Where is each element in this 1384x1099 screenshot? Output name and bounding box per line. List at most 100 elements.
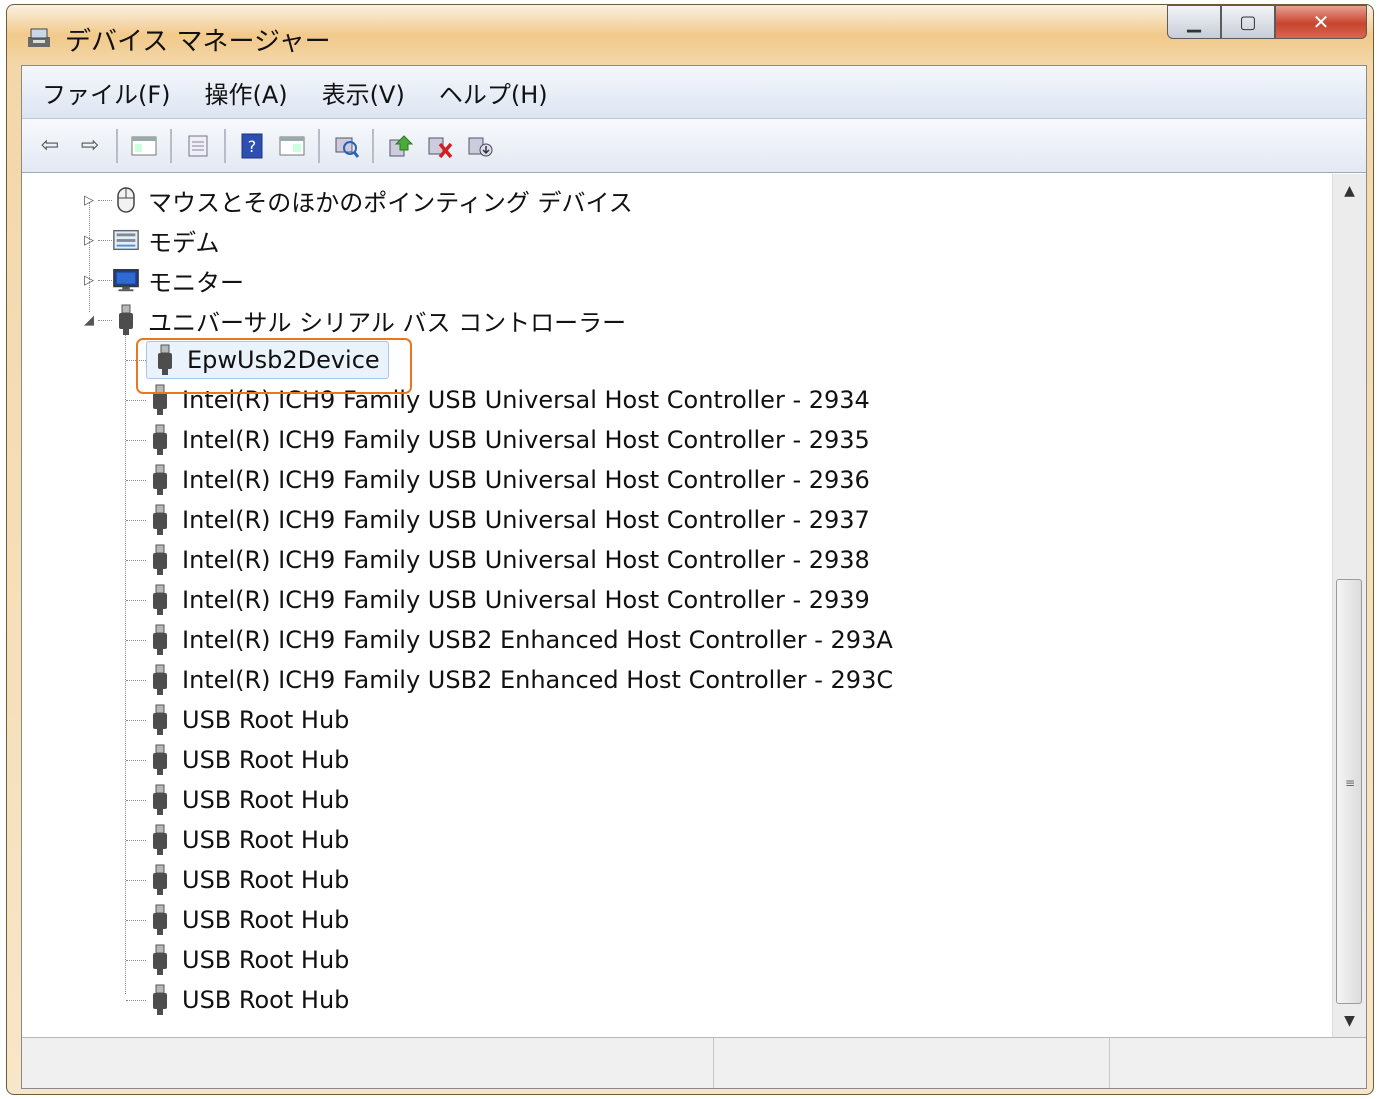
disable-icon[interactable] (462, 128, 498, 164)
usb-device-entry[interactable]: USB Root Hub (146, 944, 349, 976)
forward-icon[interactable]: ⇨ (72, 128, 108, 164)
usb-device-item[interactable]: USB Root Hub (126, 740, 349, 780)
tree-category-usb[interactable]: ◢ ユニバーサル シリアル バス コントローラー (80, 300, 626, 340)
usb-device-entry[interactable]: USB Root Hub (146, 704, 349, 736)
usb-device-item[interactable]: Intel(R) ICH9 Family USB Universal Host … (126, 460, 870, 500)
usb-device-entry[interactable]: Intel(R) ICH9 Family USB2 Enhanced Host … (146, 624, 893, 656)
usb-device-entry[interactable]: USB Root Hub (146, 784, 349, 816)
tree-category-mouse[interactable]: ▷ マウスとそのほかのポインティング デバイス (80, 180, 633, 220)
expand-arrow-icon[interactable]: ▷ (80, 273, 98, 288)
usb-device-icon (146, 584, 174, 616)
usb-device-label: USB Root Hub (182, 946, 350, 974)
usb-device-item[interactable]: Intel(R) ICH9 Family USB2 Enhanced Host … (126, 620, 893, 660)
usb-device-label: USB Root Hub (182, 866, 350, 894)
usb-device-item[interactable]: Intel(R) ICH9 Family USB Universal Host … (126, 420, 870, 460)
maximize-button[interactable]: ▢ (1221, 5, 1275, 39)
usb-device-entry[interactable]: Intel(R) ICH9 Family USB Universal Host … (146, 424, 870, 456)
usb-device-label: Intel(R) ICH9 Family USB Universal Host … (182, 466, 870, 494)
view-icon[interactable] (274, 128, 310, 164)
title-bar[interactable]: デバイス マネージャー ▁ ▢ ✕ (7, 5, 1373, 63)
usb-device-label: Intel(R) ICH9 Family USB Universal Host … (182, 426, 870, 454)
tree-category-label: モニター (148, 268, 244, 297)
usb-device-item[interactable]: USB Root Hub (126, 860, 349, 900)
toolbar-separator (116, 128, 118, 163)
back-icon[interactable]: ⇦ (32, 128, 68, 164)
usb-device-item[interactable]: Intel(R) ICH9 Family USB Universal Host … (126, 540, 870, 580)
usb-device-item[interactable]: USB Root Hub (126, 700, 349, 740)
tree-category-label: ユニバーサル シリアル バス コントローラー (148, 308, 627, 337)
properties-icon[interactable] (180, 128, 216, 164)
usb-device-item[interactable]: Intel(R) ICH9 Family USB Universal Host … (126, 500, 870, 540)
usb-device-item[interactable]: USB Root Hub (126, 780, 349, 820)
usb-device-label: USB Root Hub (182, 986, 350, 1014)
tree-connector (126, 759, 146, 761)
tree-connector (126, 439, 146, 441)
usb-device-icon (146, 504, 174, 536)
show-hide-console-tree-icon[interactable] (126, 128, 162, 164)
usb-device-entry[interactable]: USB Root Hub (146, 904, 349, 936)
usb-device-label: USB Root Hub (182, 706, 350, 734)
usb-device-item[interactable]: USB Root Hub (126, 940, 349, 980)
svg-text:?: ? (248, 137, 257, 156)
menu-action[interactable]: 操作(A) (191, 75, 302, 110)
menu-help[interactable]: ヘルプ(H) (425, 75, 562, 110)
usb-device-item[interactable]: USB Root Hub (126, 820, 349, 860)
minimize-button[interactable]: ▁ (1167, 5, 1221, 39)
usb-device-icon (146, 464, 174, 496)
usb-device-entry[interactable]: USB Root Hub (146, 824, 349, 856)
update-driver-icon[interactable] (382, 128, 418, 164)
tree-connector (126, 399, 146, 401)
toolbar-separator (224, 128, 226, 163)
tree-connector (126, 919, 146, 921)
monitor-icon (112, 264, 140, 296)
menu-view[interactable]: 表示(V) (308, 75, 419, 110)
toolbar-separator (170, 128, 172, 163)
collapse-arrow-icon[interactable]: ◢ (80, 313, 98, 328)
tree-connector (98, 199, 112, 201)
tree-category-modem[interactable]: ▷ モデム (80, 220, 220, 260)
menu-file[interactable]: ファイル(F) (28, 75, 185, 110)
scroll-down-arrow-icon[interactable]: ▼ (1333, 1004, 1366, 1038)
usb-device-label: USB Root Hub (182, 826, 350, 854)
usb-device-entry[interactable]: USB Root Hub (146, 984, 349, 1016)
usb-device-entry[interactable]: USB Root Hub (146, 864, 349, 896)
grip-icon: ≡ (1345, 776, 1356, 790)
tree-category-monitor[interactable]: ▷ モニター (80, 260, 244, 300)
usb-device-item[interactable]: Intel(R) ICH9 Family USB2 Enhanced Host … (126, 660, 893, 700)
usb-device-item[interactable]: USB Root Hub (126, 900, 349, 940)
scroll-up-arrow-icon[interactable]: ▲ (1333, 174, 1366, 208)
usb-device-entry[interactable]: Intel(R) ICH9 Family USB Universal Host … (146, 464, 870, 496)
usb-device-entry[interactable]: Intel(R) ICH9 Family USB2 Enhanced Host … (146, 664, 893, 696)
vertical-scrollbar[interactable]: ▲ ≡ ▼ (1332, 174, 1366, 1038)
status-bar (22, 1037, 1366, 1088)
modem-icon (112, 224, 140, 256)
tree-connector (126, 559, 146, 561)
help-icon[interactable]: ? (234, 128, 270, 164)
tree-connector (126, 879, 146, 881)
usb-device-item[interactable]: Intel(R) ICH9 Family USB Universal Host … (126, 580, 870, 620)
usb-device-icon (146, 544, 174, 576)
close-button[interactable]: ✕ (1275, 5, 1367, 39)
usb-device-label: Intel(R) ICH9 Family USB Universal Host … (182, 546, 870, 574)
usb-device-item[interactable]: USB Root Hub (126, 980, 349, 1020)
uninstall-icon[interactable] (422, 128, 458, 164)
menu-bar: ファイル(F) 操作(A) 表示(V) ヘルプ(H) (22, 66, 1366, 119)
usb-device-entry[interactable]: Intel(R) ICH9 Family USB Universal Host … (146, 504, 870, 536)
expand-arrow-icon[interactable]: ▷ (80, 233, 98, 248)
tree-connector (126, 719, 146, 721)
highlight-annotation (136, 338, 412, 394)
usb-device-entry[interactable]: Intel(R) ICH9 Family USB Universal Host … (146, 544, 870, 576)
scrollbar-thumb[interactable]: ≡ (1336, 579, 1362, 1004)
device-tree[interactable]: ▷ マウスとそのほかのポインティング デバイス ▷ モデム ▷ モニター ◢ ユ… (22, 174, 1332, 1038)
toolbar-separator (372, 128, 374, 163)
usb-device-icon (146, 904, 174, 936)
toolbar: ⇦ ⇨ ? (22, 119, 1366, 173)
usb-device-entry[interactable]: USB Root Hub (146, 744, 349, 776)
expand-arrow-icon[interactable]: ▷ (80, 193, 98, 208)
scan-hardware-icon[interactable] (328, 128, 364, 164)
tree-connector (126, 959, 146, 961)
usb-device-entry[interactable]: Intel(R) ICH9 Family USB Universal Host … (146, 584, 870, 616)
usb-device-label: USB Root Hub (182, 786, 350, 814)
usb-device-icon (146, 944, 174, 976)
usb-icon (112, 304, 140, 336)
